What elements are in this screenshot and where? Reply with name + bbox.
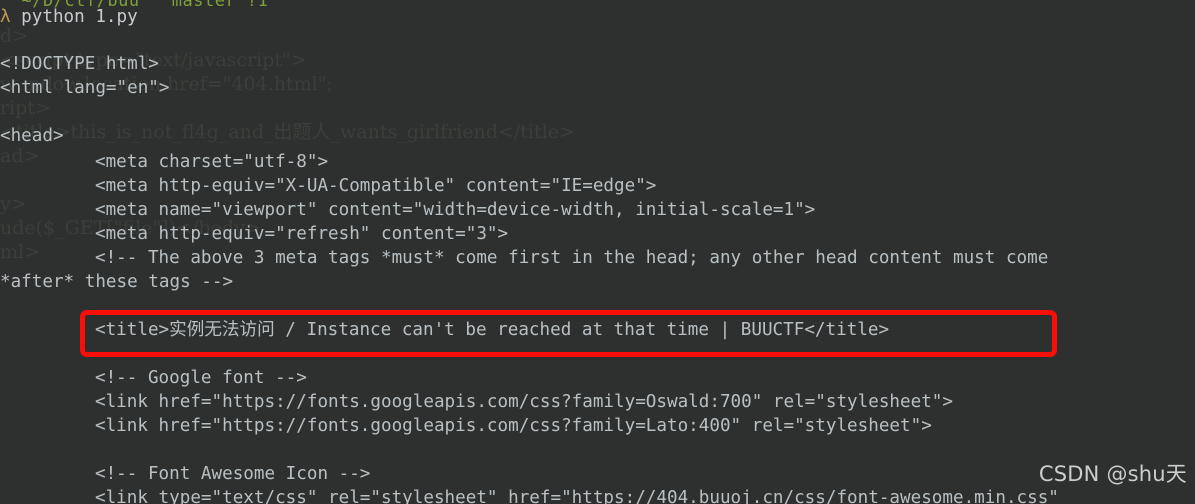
terminal-output-line: <meta charset="utf-8"> <box>95 152 329 172</box>
terminal-output-line: <meta http-equiv="refresh" content="3"> <box>95 224 509 244</box>
terminal-output-line: <link href="https://fonts.googleapis.com… <box>95 416 932 436</box>
terminal-text-layer: λ python 1.py <!DOCTYPE html> <html lang=… <box>0 0 1195 504</box>
terminal-output-line: <!-- Font Awesome Icon --> <box>95 464 371 484</box>
terminal-output-line: <meta name="viewport" content="width=dev… <box>95 200 816 220</box>
terminal-output-line: <meta http-equiv="X-UA-Compatible" conte… <box>95 176 657 196</box>
terminal-output-line: <link href="https://fonts.googleapis.com… <box>95 392 953 412</box>
terminal-output-line: <!DOCTYPE html> <box>0 54 159 74</box>
terminal-window: d> <script type="text/javascript"> w ndow.… <box>0 0 1195 504</box>
terminal-output-line: *after* these tags --> <box>0 272 234 292</box>
csdn-watermark: CSDN @shu天 <box>1038 462 1187 486</box>
terminal-output-line: <link type="text/css" rel="stylesheet" h… <box>95 488 1059 504</box>
command-prompt-line: λ python 1.py <box>0 5 138 29</box>
terminal-output-line: <!-- Google font --> <box>95 368 307 388</box>
lambda-prompt-icon: λ <box>0 7 11 27</box>
terminal-output-line: <head> <box>0 126 64 146</box>
terminal-output-line: <!-- The above 3 meta tags *must* come f… <box>95 248 1049 268</box>
ghost-text-line: y> <box>0 193 27 215</box>
terminal-output-line: <html lang="en"> <box>0 78 170 98</box>
ghost-text-line: <title>this_is_not_fl4g_and_出题人_wants_gi… <box>0 121 575 143</box>
terminal-output-line: <title>实例无法访问 / Instance can't be reache… <box>95 320 890 340</box>
ghost-text-line: ml> <box>0 241 41 263</box>
command-text: python 1.py <box>10 7 138 27</box>
